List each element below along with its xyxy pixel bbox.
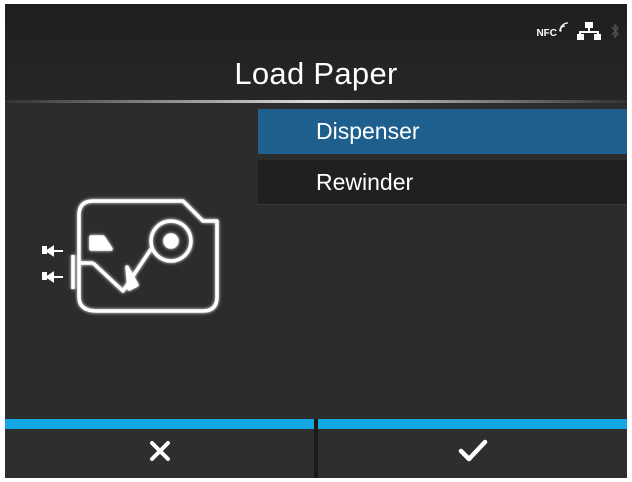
nfc-label: NFC [536,28,557,39]
option-menu: Dispenser Rewinder [258,109,627,205]
page-title: Load Paper [234,56,398,91]
menu-item-label: Dispenser [316,118,420,144]
confirm-button[interactable] [318,419,627,478]
cancel-button[interactable] [5,419,314,478]
footer-bar [5,419,627,478]
menu-item-rewinder[interactable]: Rewinder [258,160,627,205]
network-icon [577,22,601,45]
header: NFC Load Paper [5,4,627,103]
load-paper-illustration-icon [33,193,233,323]
status-bar: NFC [536,22,619,45]
printer-screen: NFC Load Paper Dispenser Rewinder [5,4,627,478]
content-area: Dispenser Rewinder [5,103,627,419]
menu-item-dispenser[interactable]: Dispenser [258,109,627,154]
menu-item-label: Rewinder [316,169,414,195]
check-icon [458,439,488,468]
nfc-icon: NFC [536,22,569,39]
close-icon [149,440,171,467]
bluetooth-icon [611,23,619,44]
